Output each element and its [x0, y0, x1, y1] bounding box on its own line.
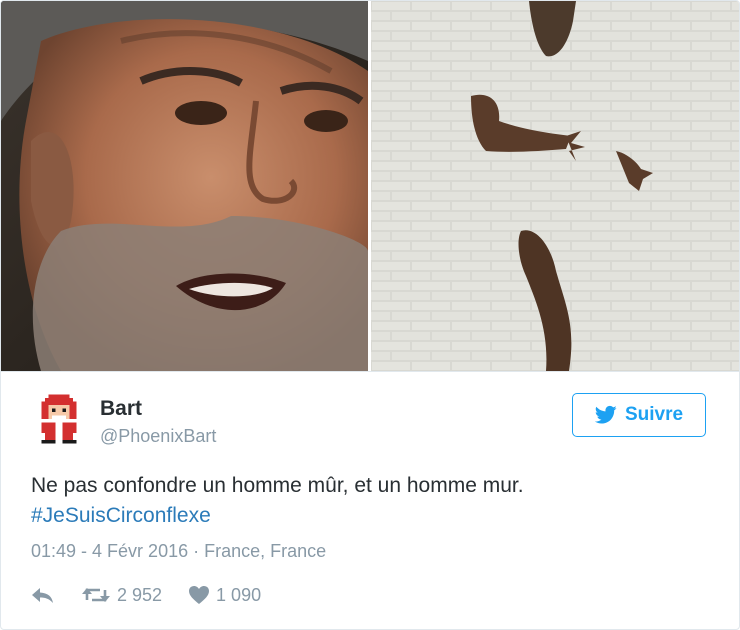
- author-name[interactable]: Bart: [100, 397, 142, 421]
- tweet-actions: 2 952 1 090: [31, 582, 261, 608]
- twitter-bird-icon: [594, 405, 617, 424]
- follow-button[interactable]: Suivre: [572, 393, 706, 437]
- tweet-card: Bart @PhoenixBart Suivre Ne pas confondr…: [0, 0, 740, 630]
- hashtag-link[interactable]: #JeSuisCirconflexe: [31, 501, 721, 531]
- like-button[interactable]: 1 090: [188, 585, 261, 606]
- retweet-button[interactable]: 2 952: [81, 585, 162, 606]
- tweet-text: Ne pas confondre un homme mûr, et un hom…: [31, 471, 721, 531]
- avatar[interactable]: [31, 391, 87, 447]
- author-handle[interactable]: @PhoenixBart: [100, 426, 216, 447]
- tweet-timestamp-location[interactable]: 01:49 - 4 Févr 2016 · France, France: [31, 541, 326, 562]
- tweet-photo-wall-sculpture[interactable]: [371, 1, 739, 371]
- tweet-photo-face[interactable]: [1, 1, 368, 371]
- retweet-icon: [82, 588, 110, 602]
- heart-icon: [189, 586, 210, 604]
- reply-button[interactable]: [31, 585, 55, 605]
- follow-button-label: Suivre: [624, 404, 684, 425]
- tweet-text-line: Ne pas confondre un homme mûr, et un hom…: [31, 474, 524, 497]
- reply-icon: [32, 588, 53, 603]
- like-count: 1 090: [216, 584, 262, 605]
- tweet-media[interactable]: [1, 1, 739, 372]
- retweet-count: 2 952: [117, 584, 163, 605]
